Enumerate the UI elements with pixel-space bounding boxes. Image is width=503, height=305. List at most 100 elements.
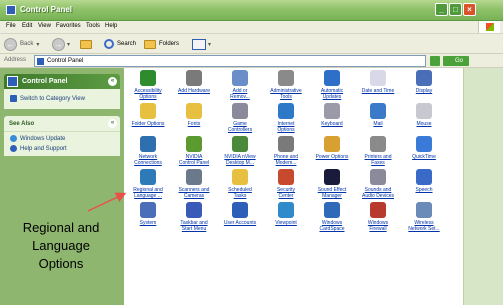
see-also-section-header[interactable]: See Also « [4, 116, 120, 131]
switch-category-view-link[interactable]: Switch to Category View [10, 95, 85, 102]
firewall-icon [370, 202, 386, 218]
address-dropdown-button[interactable] [430, 56, 440, 66]
control-panel-item-label: Date and Time [361, 88, 395, 94]
control-panel-item-label: Add Hardware [178, 88, 210, 94]
control-panel-item-label: Folder Options [131, 121, 165, 127]
control-panel-item-label: Viewpoint [275, 220, 297, 226]
power-icon [324, 136, 340, 152]
control-panel-item-label: Keyboard [321, 121, 343, 127]
menu-edit[interactable]: Edit [22, 23, 32, 29]
menu-help[interactable]: Help [105, 23, 117, 29]
minimize-button[interactable]: _ [435, 3, 448, 16]
back-button[interactable]: ← Back ▾ [4, 37, 39, 51]
control-panel-item-label: Wireless Network Set... [408, 220, 440, 232]
control-panel-item[interactable]: Taskbar and Start Menu [174, 202, 214, 242]
control-panel-item[interactable]: Wireless Network Set... [404, 202, 444, 242]
callout-label: Regional and Language Options [22, 220, 100, 271]
add-remove-icon [232, 70, 248, 86]
users-icon [232, 202, 248, 218]
speaker-icon [370, 169, 386, 185]
windows-logo-icon [478, 21, 500, 33]
control-panel-item-label: Fonts [187, 121, 201, 127]
forward-button[interactable]: → ▾ [52, 37, 70, 51]
control-panel-item-label: NVIDIA Control Panel [178, 154, 210, 166]
windows-update-label: Windows Update [20, 135, 66, 142]
right-pane-border [463, 68, 503, 305]
control-panel-item[interactable]: Windows CardSpace [312, 202, 352, 242]
dropdown-arrow-icon: ▾ [208, 41, 212, 48]
control-panel-item-label: QuickTime [412, 154, 436, 160]
close-button[interactable]: × [463, 3, 476, 16]
phone-icon [278, 136, 294, 152]
back-arrow-icon: ← [4, 37, 17, 51]
windows-update-icon [10, 135, 17, 142]
control-panel-item-label: User Accounts [223, 220, 257, 226]
control-panel-item-label: Mail [373, 121, 383, 127]
control-panel-item-label: Sounds and Audio Devices [362, 187, 394, 199]
control-panel-item-label: Administrative Tools [270, 88, 302, 100]
see-also-section-body: Windows Update Help and Support [4, 131, 120, 156]
help-icon [10, 145, 17, 152]
search-label: Search [117, 41, 137, 47]
folder-options-icon [140, 103, 156, 119]
control-panel-section-header[interactable]: Control Panel « [4, 74, 120, 89]
control-panel-item[interactable]: Windows Firewall [358, 202, 398, 242]
admin-tools-icon [278, 70, 294, 86]
control-panel-item-label: Game Controllers [227, 121, 253, 133]
viewpoint-icon [278, 202, 294, 218]
control-panel-small-icon [37, 58, 44, 65]
sound-effect-icon [324, 169, 340, 185]
control-panel-item-label: System [139, 220, 157, 226]
control-panel-item-label: Add or Remov... [230, 88, 250, 100]
address-field[interactable]: Control Panel [34, 55, 426, 67]
taskbar-icon [186, 202, 202, 218]
control-panel-item-label: Display [415, 88, 433, 94]
go-button[interactable]: Go [443, 56, 469, 66]
cardspace-icon [324, 202, 340, 218]
up-folder-button[interactable] [80, 37, 92, 51]
switch-category-view-label: Switch to Category View [20, 95, 85, 102]
control-panel-item[interactable]: Viewpoint [266, 202, 306, 242]
nview-icon [232, 136, 248, 152]
control-panel-item-label: Speech [415, 187, 433, 193]
help-support-link[interactable]: Help and Support [10, 145, 67, 152]
control-panel-item-label: Windows CardSpace [319, 220, 345, 232]
back-label: Back [20, 41, 34, 47]
help-support-label: Help and Support [20, 145, 67, 152]
collapse-chevron-icon[interactable]: « [108, 77, 117, 86]
control-panel-icon [7, 76, 18, 87]
maximize-button[interactable]: □ [449, 3, 462, 16]
quicktime-icon [416, 136, 432, 152]
keyboard-icon [324, 103, 340, 119]
folders-button[interactable]: Folders [144, 37, 179, 51]
collapse-chevron-icon[interactable]: « [108, 119, 117, 128]
clock-icon [370, 70, 386, 86]
address-value: Control Panel [47, 58, 84, 64]
windows-update-link[interactable]: Windows Update [10, 135, 65, 142]
control-panel-item[interactable]: System [128, 202, 168, 242]
folders-icon [144, 39, 156, 49]
search-button[interactable]: Search [104, 37, 136, 51]
menu-tools[interactable]: Tools [86, 23, 100, 29]
display-icon [416, 70, 432, 86]
gamepad-icon [232, 103, 248, 119]
control-panel-item-label: Scheduled Tasks [228, 187, 252, 199]
views-button[interactable]: ▾ [192, 37, 211, 51]
folders-label: Folders [159, 41, 180, 47]
menu-favorites[interactable]: Favorites [56, 23, 81, 29]
mail-icon [370, 103, 386, 119]
control-panel-item-label: Power Options [315, 154, 349, 160]
toolbar: ← Back ▾ → ▾ Search Folders ▾ [0, 34, 503, 54]
menu-view[interactable]: View [38, 23, 51, 29]
globe-update-icon [324, 70, 340, 86]
control-panel-item[interactable]: User Accounts [220, 202, 260, 242]
control-panel-item-label: Regional and Language ... [133, 187, 163, 199]
control-panel-section-body: Switch to Category View [4, 89, 120, 109]
printer-hardware-icon [186, 70, 202, 86]
control-panel-item-label: Taskbar and Start Menu [180, 220, 208, 232]
menu-file[interactable]: File [6, 23, 16, 29]
menu-bar: File Edit View Favorites Tools Help [0, 21, 503, 34]
regional-globe-icon [140, 169, 156, 185]
control-panel-item-label: Mouse [416, 121, 432, 127]
control-panel-item-label: Internet Options [277, 121, 295, 133]
